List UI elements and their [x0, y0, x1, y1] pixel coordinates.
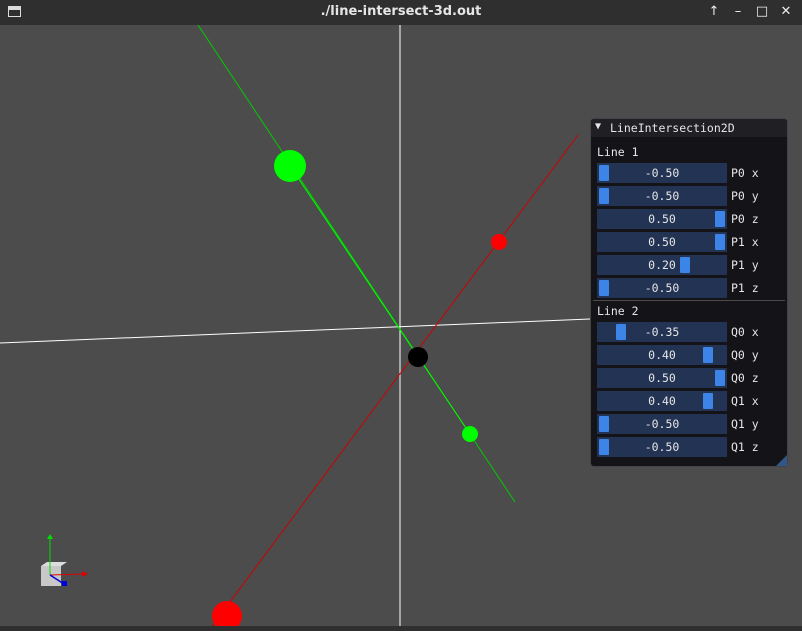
line1-p0-point[interactable] — [274, 150, 306, 182]
intersection-point — [408, 347, 428, 367]
line2-q0-point[interactable] — [212, 601, 242, 626]
line-intersection-panel: ▼ LineIntersection2D Line 1 -0.50 P0 x -0.… — [590, 118, 788, 467]
slider-row-q1-z: -0.50 Q1 z — [597, 437, 783, 457]
slider-row-p0-z: 0.50 P0 z — [597, 209, 783, 229]
panel-header[interactable]: ▼ LineIntersection2D — [591, 119, 787, 137]
slider-label: Q0 y — [731, 348, 759, 362]
slider-label: P1 y — [731, 258, 759, 272]
slider-row-q0-x: -0.35 Q0 x — [597, 322, 783, 342]
slider-label: Q1 x — [731, 394, 759, 408]
slider-label: P0 x — [731, 166, 759, 180]
collapse-arrow-icon[interactable]: ▼ — [595, 121, 601, 132]
slider-row-q1-x: 0.40 Q1 x — [597, 391, 783, 411]
slider-label: Q1 z — [731, 440, 759, 454]
slider-p0-x[interactable]: -0.50 — [597, 163, 727, 183]
line2-extended — [211, 134, 579, 626]
slider-label: Q0 z — [731, 371, 759, 385]
axis-gizmo-icon — [41, 534, 88, 586]
section-label-line2: Line 2 — [597, 304, 639, 318]
minimize-icon[interactable]: – — [730, 4, 746, 20]
line1-p1-point[interactable] — [462, 426, 478, 442]
slider-row-q0-z: 0.50 Q0 z — [597, 368, 783, 388]
slider-label: P1 z — [731, 281, 759, 295]
keep-above-icon[interactable]: ↑ — [706, 4, 722, 20]
slider-value: -0.50 — [644, 417, 680, 431]
slider-label: P0 y — [731, 189, 759, 203]
slider-value: -0.50 — [644, 166, 680, 180]
title-bar: ./line-intersect-3d.out ↑ – □ ✕ — [0, 0, 802, 25]
panel-title: LineIntersection2D — [610, 121, 735, 135]
slider-label: P0 z — [731, 212, 759, 226]
resize-grip-icon[interactable] — [776, 455, 787, 466]
slider-q0-x[interactable]: -0.35 — [597, 322, 727, 342]
slider-value: 0.50 — [648, 212, 676, 226]
slider-value: 0.40 — [648, 348, 676, 362]
slider-row-p0-x: -0.50 P0 x — [597, 163, 783, 183]
slider-row-p0-y: -0.50 P0 y — [597, 186, 783, 206]
maximize-icon[interactable]: □ — [754, 4, 770, 20]
slider-label: Q0 x — [731, 325, 759, 339]
slider-value: -0.35 — [644, 325, 680, 339]
slider-q0-y[interactable]: 0.40 — [597, 345, 727, 365]
slider-q1-x[interactable]: 0.40 — [597, 391, 727, 411]
close-icon[interactable]: ✕ — [778, 4, 794, 20]
slider-value: 0.50 — [648, 371, 676, 385]
slider-value: -0.50 — [644, 440, 680, 454]
line1-segment — [289, 165, 471, 435]
slider-p1-y[interactable]: 0.20 — [597, 255, 727, 275]
slider-value: 0.50 — [648, 235, 676, 249]
slider-row-p1-y: 0.20 P1 y — [597, 255, 783, 275]
slider-label: P1 x — [731, 235, 759, 249]
section-separator — [593, 300, 785, 301]
slider-p1-x[interactable]: 0.50 — [597, 232, 727, 252]
slider-q1-y[interactable]: -0.50 — [597, 414, 727, 434]
slider-row-q0-y: 0.40 Q0 y — [597, 345, 783, 365]
slider-p1-z[interactable]: -0.50 — [597, 278, 727, 298]
window-title: ./line-intersect-3d.out — [320, 4, 482, 19]
slider-row-p1-z: -0.50 P1 z — [597, 278, 783, 298]
slider-value: -0.50 — [644, 281, 680, 295]
slider-p0-z[interactable]: 0.50 — [597, 209, 727, 229]
slider-value: 0.20 — [648, 258, 676, 272]
slider-q0-z[interactable]: 0.50 — [597, 368, 727, 388]
slider-row-p1-x: 0.50 P1 x — [597, 232, 783, 252]
slider-label: Q1 y — [731, 417, 759, 431]
line2-q1-point[interactable] — [491, 234, 507, 250]
slider-row-q1-y: -0.50 Q1 y — [597, 414, 783, 434]
slider-p0-y[interactable]: -0.50 — [597, 186, 727, 206]
x-axis-line — [0, 318, 591, 344]
window-bottom-border — [0, 626, 802, 631]
slider-value: -0.50 — [644, 189, 680, 203]
slider-q1-z[interactable]: -0.50 — [597, 437, 727, 457]
section-label-line1: Line 1 — [597, 145, 639, 159]
slider-value: 0.40 — [648, 394, 676, 408]
